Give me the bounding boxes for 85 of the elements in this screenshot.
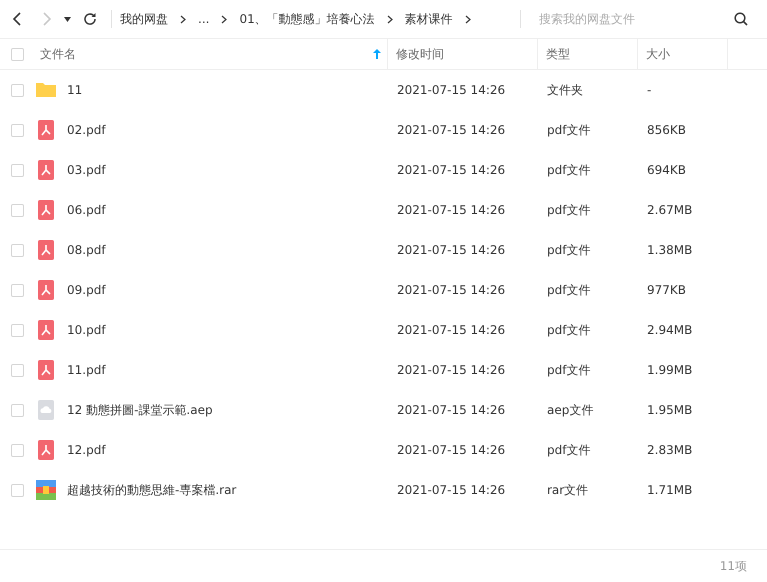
table-cell-text: 2021-07-15 14:26	[396, 403, 506, 417]
breadcrumb-link[interactable]: 01、「動態感」培養心法	[239, 10, 375, 28]
column-header[interactable]: 类型	[538, 39, 638, 69]
table-cell-text: 2021-07-15 14:26	[396, 283, 506, 297]
table-cell-text: 977KB	[646, 283, 686, 297]
table-cell-text: 856KB	[646, 123, 686, 137]
breadcrumb-link[interactable]: 素材课件	[404, 10, 453, 28]
table-cell-text: 1.71MB	[646, 483, 692, 497]
table-cell-text: 2.94MB	[646, 323, 692, 337]
pdf-file-icon	[36, 240, 56, 260]
cloud-file-icon	[36, 400, 56, 420]
item-count: 11项	[720, 558, 747, 574]
breadcrumb-link[interactable]: ...	[198, 12, 210, 26]
file-name[interactable]: 06.pdf	[67, 203, 106, 217]
table-cell-text: rar文件	[546, 482, 588, 496]
table-cell-text: 1.95MB	[646, 403, 692, 417]
table-cell-text: aep文件	[546, 402, 594, 416]
table-cell-text: -	[646, 83, 652, 97]
table-cell-text: pdf文件	[546, 242, 590, 256]
sort-arrow-icon	[373, 49, 381, 59]
table-cell-text: pdf文件	[546, 162, 590, 176]
archive-icon	[36, 480, 56, 500]
pdf-file-icon	[36, 360, 56, 380]
pdf-file-icon	[36, 120, 56, 140]
file-name[interactable]: 12 動態拼圖-課堂示範.aep	[67, 402, 213, 418]
row-checkbox[interactable]	[11, 204, 24, 216]
chevron-right-icon	[464, 14, 471, 24]
file-name[interactable]: 10.pdf	[67, 323, 106, 337]
row-checkbox[interactable]	[11, 404, 24, 416]
pdf-file-icon	[36, 440, 56, 460]
file-name[interactable]: 08.pdf	[67, 243, 106, 257]
row-checkbox[interactable]	[11, 444, 24, 456]
file-name[interactable]: 02.pdf	[67, 123, 106, 137]
row-checkbox[interactable]	[11, 244, 24, 256]
table-cell-text: 2.83MB	[646, 443, 692, 457]
chevron-left-icon	[12, 12, 22, 26]
table-cell-text: pdf文件	[546, 122, 590, 136]
select-all-checkbox[interactable]	[11, 48, 24, 60]
table-cell-text: 1.38MB	[646, 243, 692, 257]
table-cell-text: pdf文件	[546, 282, 590, 296]
refresh-icon[interactable]	[83, 12, 97, 26]
pdf-file-icon	[36, 160, 56, 180]
pdf-file-icon	[36, 280, 56, 300]
table-cell-text: pdf文件	[546, 362, 590, 376]
row-checkbox[interactable]	[11, 324, 24, 336]
table-cell-text: 文件夹	[546, 82, 583, 96]
chevron-right-icon	[42, 12, 52, 26]
file-name[interactable]: 11	[67, 83, 82, 97]
chevron-right-icon	[221, 14, 228, 24]
chevron-right-icon	[386, 14, 393, 24]
file-name[interactable]: 03.pdf	[67, 163, 106, 177]
file-name[interactable]: 11.pdf	[67, 363, 106, 377]
breadcrumb-link[interactable]: 我的网盘	[120, 10, 168, 28]
column-header[interactable]: 文件名	[36, 39, 388, 69]
chevron-right-icon	[180, 14, 186, 24]
table-cell-text: 1.99MB	[646, 363, 692, 377]
file-name[interactable]: 超越技術的動態思維-専案檔.rar	[67, 482, 236, 498]
row-checkbox[interactable]	[11, 164, 24, 176]
pdf-file-icon	[36, 200, 56, 220]
pdf-file-icon	[36, 320, 56, 340]
table-cell-text: pdf文件	[546, 442, 590, 456]
table-cell-text: pdf文件	[546, 202, 590, 216]
table-cell-text: pdf文件	[546, 322, 590, 336]
file-name[interactable]: 12.pdf	[67, 443, 106, 457]
row-checkbox[interactable]	[11, 484, 24, 496]
table-cell-text: 2021-07-15 14:26	[396, 483, 506, 497]
table-cell-text: 2021-07-15 14:26	[396, 83, 506, 97]
table-cell-text: 694KB	[646, 163, 686, 177]
table-cell-text: 2021-07-15 14:26	[396, 163, 506, 177]
column-header[interactable]: 修改时间	[388, 39, 538, 69]
column-header[interactable]: 大小	[638, 39, 728, 69]
table-cell-text: 2021-07-15 14:26	[396, 203, 506, 217]
table-cell-text: 2021-07-15 14:26	[396, 323, 506, 337]
table-cell-text: 2021-07-15 14:26	[396, 363, 506, 377]
table-cell-text: 2021-07-15 14:26	[396, 123, 506, 137]
folder-icon	[36, 80, 56, 100]
table-cell-text: 2021-07-15 14:26	[396, 243, 506, 257]
row-checkbox[interactable]	[11, 84, 24, 96]
row-checkbox[interactable]	[11, 364, 24, 376]
row-checkbox[interactable]	[11, 284, 24, 296]
table-cell-text: 2.67MB	[646, 203, 692, 217]
table-cell-text: 2021-07-15 14:26	[396, 443, 506, 457]
dropdown-caret-icon[interactable]	[64, 16, 71, 22]
row-checkbox[interactable]	[11, 124, 24, 136]
file-name[interactable]: 09.pdf	[67, 283, 106, 297]
